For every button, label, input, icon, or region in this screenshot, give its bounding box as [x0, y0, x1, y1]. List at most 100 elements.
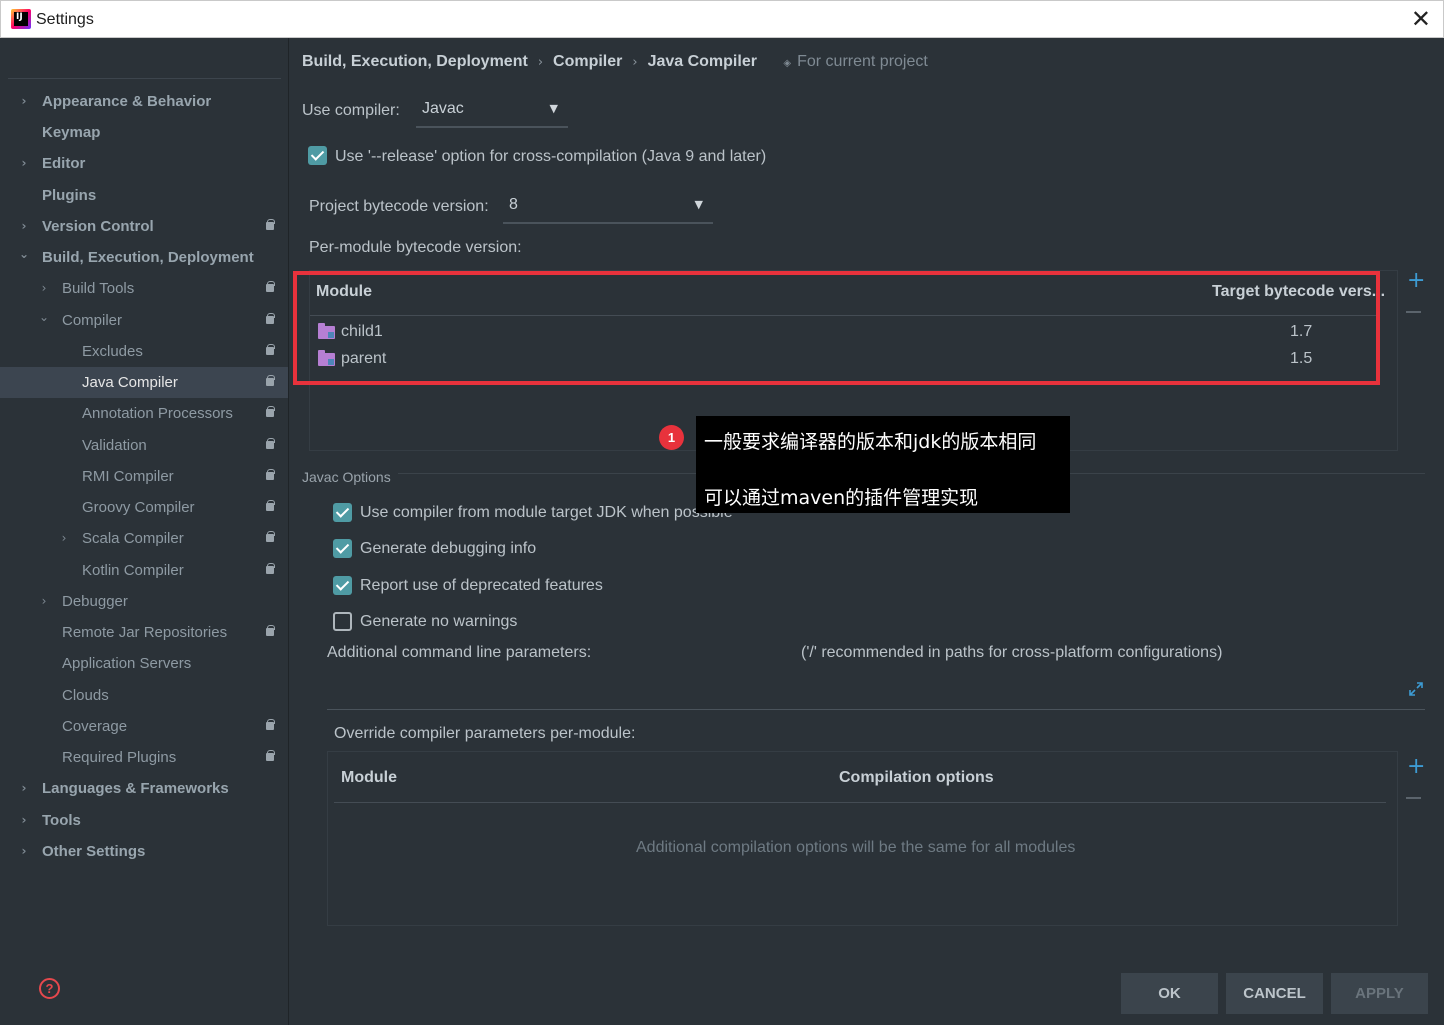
chevron-right-icon[interactable]: ›	[58, 523, 70, 554]
help-icon[interactable]: ?	[39, 978, 60, 999]
breadcrumb-separator: ›	[537, 55, 544, 70]
sidebar-item-label: RMI Compiler	[82, 468, 174, 485]
chevron-right-icon[interactable]: ›	[18, 211, 30, 242]
window-title: Settings	[36, 11, 94, 28]
chevron-right-icon[interactable]: ›	[38, 273, 50, 304]
chevron-right-icon[interactable]: ›	[38, 586, 50, 617]
sidebar-item-scala-compiler[interactable]: › Scala Compiler	[0, 523, 288, 554]
chevron-down-icon[interactable]: ⌄	[18, 239, 30, 270]
use-compiler-label: Use compiler:	[302, 102, 400, 119]
search-field[interactable]	[8, 78, 281, 79]
sidebar-item-excludes[interactable]: Excludes	[0, 336, 288, 367]
deprecated-features-checkbox[interactable]	[333, 576, 352, 595]
sidebar-item-editor[interactable]: › Editor	[0, 148, 288, 179]
sidebar-item-label: Remote Jar Repositories	[62, 624, 228, 641]
sidebar-item-required-plugins[interactable]: Required Plugins	[0, 742, 288, 773]
release-option-checkbox[interactable]	[308, 146, 327, 165]
sidebar-item-label: Annotation Processors	[82, 405, 233, 422]
sidebar-item-annotation-processors[interactable]: Annotation Processors	[0, 398, 288, 429]
chevron-right-icon[interactable]: ›	[18, 148, 30, 179]
sidebar-item-label: Build Tools	[62, 280, 135, 297]
chevron-right-icon[interactable]: ›	[18, 86, 30, 117]
bytecode-version-value: 8	[509, 196, 518, 213]
sidebar-item-remote-jar-repositories[interactable]: Remote Jar Repositories	[0, 617, 288, 648]
sidebar-item-plugins[interactable]: Plugins	[0, 180, 288, 211]
sidebar-item-build-tools[interactable]: › Build Tools	[0, 273, 288, 304]
scope-indicator: ◈ For current project	[783, 53, 927, 70]
sidebar-item-label: Debugger	[62, 593, 128, 610]
use-module-jdk-checkbox[interactable]	[333, 503, 352, 522]
sidebar-item-label: Keymap	[42, 124, 101, 141]
breadcrumb-separator: ›	[632, 55, 638, 70]
sidebar-item-label: Other Settings	[42, 843, 146, 860]
remove-module-icon[interactable]	[1406, 311, 1421, 313]
breadcrumb-item: Java Compiler	[647, 53, 757, 70]
bytecode-version-dropdown[interactable]: 8 ▼	[503, 190, 713, 224]
cancel-button[interactable]: CANCEL	[1226, 973, 1323, 1014]
expand-icon[interactable]	[1408, 681, 1424, 697]
close-icon[interactable]: ✕	[1411, 6, 1431, 32]
sidebar-item-label: Coverage	[62, 718, 128, 735]
add-module-icon[interactable]: +	[1407, 270, 1425, 292]
javac-options-title: Javac Options	[302, 469, 391, 485]
sidebar-item-label: Version Control	[42, 218, 154, 235]
sidebar-item-label: Editor	[42, 155, 86, 172]
project-scope-icon	[266, 313, 275, 324]
project-scope-icon	[266, 406, 275, 417]
no-warnings-checkbox[interactable]	[333, 612, 352, 631]
sidebar-item-groovy-compiler[interactable]: Groovy Compiler	[0, 492, 288, 523]
sidebar-item-label: Appearance & Behavior	[42, 93, 212, 110]
release-option-label: Use '--release' option for cross-compila…	[335, 148, 767, 165]
apply-button[interactable]: APPLY	[1331, 973, 1428, 1014]
sidebar-item-label: Build, Execution, Deployment	[42, 249, 254, 266]
project-scope-icon	[266, 563, 275, 574]
add-override-icon[interactable]: +	[1407, 756, 1425, 778]
sidebar-item-build-execution-deployment[interactable]: ⌄ Build, Execution, Deployment	[0, 242, 288, 273]
sidebar-item-other-settings[interactable]: › Other Settings	[0, 836, 288, 867]
chevron-right-icon[interactable]: ›	[18, 836, 30, 867]
sidebar-item-clouds[interactable]: Clouds	[0, 680, 288, 711]
project-scope-icon	[266, 438, 275, 449]
chevron-right-icon[interactable]: ›	[18, 773, 30, 804]
sidebar-item-tools[interactable]: › Tools	[0, 805, 288, 836]
sidebar-item-validation[interactable]: Validation	[0, 430, 288, 461]
sidebar-item-application-servers[interactable]: Application Servers	[0, 648, 288, 679]
sidebar-item-label: Scala Compiler	[82, 530, 184, 547]
sidebar-item-label: Validation	[82, 437, 147, 454]
sidebar-item-kotlin-compiler[interactable]: Kotlin Compiler	[0, 555, 288, 586]
sidebar-item-keymap[interactable]: Keymap	[0, 117, 288, 148]
annotation-tooltip: 一般要求编译器的版本和jdk的版本相同 可以通过maven的插件管理实现	[696, 416, 1070, 513]
sidebar-item-appearance-behavior[interactable]: › Appearance & Behavior	[0, 86, 288, 117]
sidebar-item-java-compiler[interactable]: Java Compiler	[0, 367, 288, 398]
sidebar-item-debugger[interactable]: › Debugger	[0, 586, 288, 617]
additional-params-input[interactable]	[327, 709, 1425, 710]
use-compiler-dropdown[interactable]: Javac ▼	[416, 94, 568, 128]
chevron-down-icon[interactable]: ⌄	[38, 302, 50, 333]
sidebar-item-rmi-compiler[interactable]: RMI Compiler	[0, 461, 288, 492]
column-header-module[interactable]: Module	[341, 769, 397, 787]
column-header-compilation-options[interactable]: Compilation options	[839, 769, 994, 787]
project-scope-icon	[266, 719, 275, 730]
sidebar-item-coverage[interactable]: Coverage	[0, 711, 288, 742]
empty-table-message: Additional compilation options will be t…	[636, 839, 1076, 856]
breadcrumb-item: Compiler	[553, 53, 623, 70]
scope-label: For current project	[797, 53, 928, 70]
annotation-badge: 1	[659, 425, 684, 450]
remove-override-icon[interactable]	[1406, 797, 1421, 799]
sidebar-item-label: Kotlin Compiler	[82, 562, 184, 579]
ok-button[interactable]: OK	[1121, 973, 1218, 1014]
sidebar-item-label: Required Plugins	[62, 749, 177, 766]
breadcrumb: Build, Execution, Deployment › Compiler › Ja…	[302, 53, 928, 71]
project-scope-icon	[266, 469, 275, 480]
sidebar-item-version-control[interactable]: › Version Control	[0, 211, 288, 242]
chevron-right-icon[interactable]: ›	[18, 805, 30, 836]
chevron-down-icon: ▼	[549, 102, 558, 115]
sidebar-item-languages-frameworks[interactable]: › Languages & Frameworks	[0, 773, 288, 804]
sidebar-item-compiler[interactable]: ⌄ Compiler	[0, 305, 288, 336]
sidebar-item-label: Groovy Compiler	[82, 499, 195, 516]
sidebar-item-label: Compiler	[62, 312, 123, 329]
annotation-line: 一般要求编译器的版本和jdk的版本相同	[704, 431, 1037, 453]
debugging-info-checkbox[interactable]	[333, 539, 352, 558]
use-module-jdk-label: Use compiler from module target JDK when…	[360, 504, 733, 521]
project-scope-icon	[266, 375, 275, 386]
